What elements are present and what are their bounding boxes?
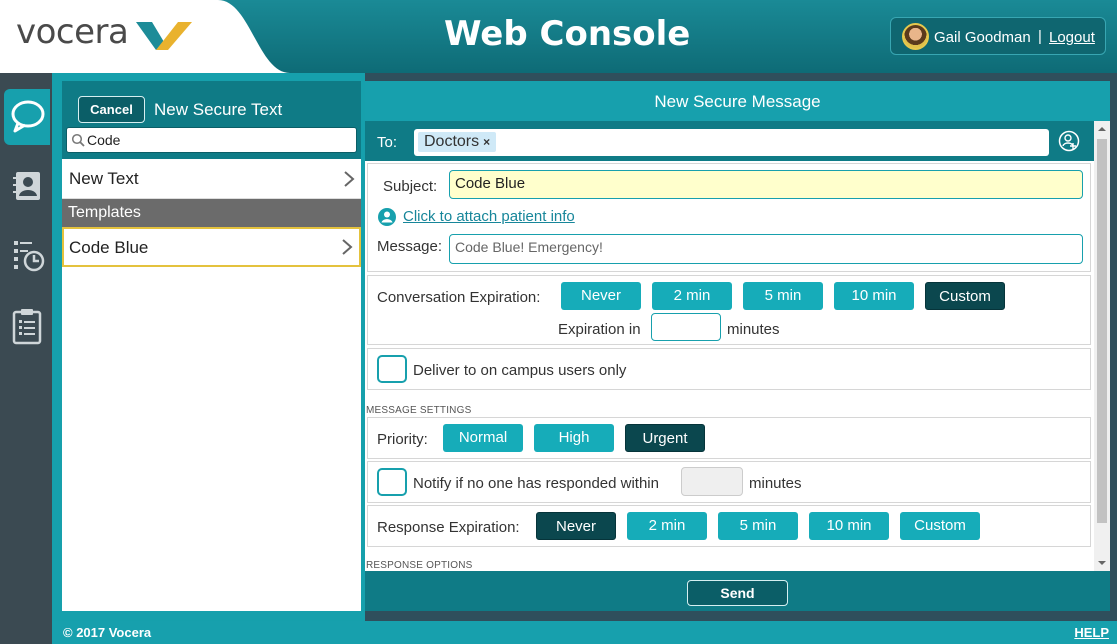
templates-header-label: Templates [68,204,141,221]
rail-item-tasks[interactable] [4,299,50,355]
vocera-logo-text: vocera [16,12,129,52]
subject-label: Subject: [383,178,438,195]
message-label: Message: [377,238,443,255]
app-header: vocera Web Console Gail Goodman | Logout [0,0,1117,73]
expiration-minutes-label: minutes [727,321,780,338]
clipboard-list-icon [12,309,42,345]
notify-minutes-label: minutes [749,475,802,492]
notify-minutes-input[interactable] [681,467,743,496]
logo-area: vocera [0,0,300,73]
recipients-field[interactable]: Doctors × [414,129,1049,156]
priority-section: Priority: Normal High Urgent [367,417,1091,459]
priority-label: Priority: [377,431,428,448]
chevron-right-icon [342,239,353,255]
template-list: New Text Templates Code Blue [62,159,361,611]
scrollbar-thumb[interactable] [1097,139,1107,523]
search-icon [71,133,85,147]
user-separator: | [1038,28,1042,45]
contacts-icon [13,172,40,200]
priority-normal-button[interactable]: Normal [443,424,523,452]
history-clock-icon [14,241,45,272]
templates-header: Templates [62,199,361,227]
recipient-chip[interactable]: Doctors × [418,132,497,152]
search-input[interactable]: Code [66,127,357,153]
vocera-logo-mark [136,22,192,50]
notify-label: Notify if no one has responded within [413,475,659,492]
expiration-in-label: Expiration in [558,321,641,338]
send-button[interactable]: Send [687,580,788,606]
chevron-right-icon [344,171,355,187]
chat-bubble-icon [11,100,45,133]
icon-rail [0,73,52,644]
patient-icon [378,208,396,226]
scrollbar[interactable] [1094,121,1110,571]
close-icon[interactable]: × [483,135,490,149]
help-link[interactable]: HELP [1074,625,1109,640]
template-panel: Cancel New Secure Text Code New Text Tem… [52,73,365,621]
recipient-chip-label: Doctors [424,133,480,150]
template-item-label: Code Blue [69,238,149,257]
to-label: To: [377,134,398,151]
message-panel: New Secure Message To: Doctors × Subject:… [365,81,1110,611]
campus-only-label: Deliver to on campus users only [413,362,627,379]
cancel-button[interactable]: Cancel [78,96,145,123]
conversation-expiration-section: Conversation Expiration: Never 2 min 5 m… [367,275,1091,345]
to-bar: To: Doctors × [365,121,1094,161]
resp-expiration-custom-button[interactable]: Custom [900,512,980,540]
rail-item-contacts[interactable] [4,159,50,215]
notify-checkbox[interactable] [377,468,407,496]
resp-expiration-2min-button[interactable]: 2 min [627,512,707,540]
new-text-label: New Text [69,169,139,188]
rail-item-history[interactable] [4,229,50,285]
message-panel-title: New Secure Message [654,92,821,111]
panel-title: New Secure Text [154,100,283,119]
avatar [902,23,929,50]
conv-expiration-custom-button[interactable]: Custom [925,282,1005,310]
copyright: © 2017 Vocera [63,625,152,640]
send-bar: Send [365,571,1110,611]
app-footer: © 2017 Vocera HELP [52,621,1117,644]
user-box: Gail Goodman | Logout [890,17,1106,55]
conversation-expiration-label: Conversation Expiration: [377,289,541,306]
notify-section: Notify if no one has responded within mi… [367,461,1091,503]
resp-expiration-5min-button[interactable]: 5 min [718,512,798,540]
rail-item-messages[interactable] [4,89,50,145]
subject-field[interactable]: Code Blue [449,170,1083,199]
page-title: Web Console [444,14,691,54]
scroll-up-arrow-icon[interactable] [1094,121,1110,137]
campus-only-section: Deliver to on campus users only [367,348,1091,390]
priority-urgent-button[interactable]: Urgent [625,424,705,452]
response-options-caption: RESPONSE OPTIONS [366,560,473,571]
search-value: Code [87,132,121,148]
logout-link[interactable]: Logout [1049,29,1095,46]
resp-expiration-10min-button[interactable]: 10 min [809,512,889,540]
scroll-down-arrow-icon[interactable] [1094,555,1110,571]
compose-section: Subject: Code Blue Click to attach patie… [367,163,1091,272]
add-recipient-icon[interactable] [1058,130,1080,152]
expiration-minutes-input[interactable] [651,313,721,341]
resp-expiration-never-button[interactable]: Never [536,512,616,540]
conv-expiration-2min-button[interactable]: 2 min [652,282,732,310]
response-expiration-section: Response Expiration: Never 2 min 5 min 1… [367,505,1091,547]
conv-expiration-10min-button[interactable]: 10 min [834,282,914,310]
campus-only-checkbox[interactable] [377,355,407,383]
response-expiration-label: Response Expiration: [377,519,520,536]
user-name: Gail Goodman [934,29,1031,46]
template-item-code-blue[interactable]: Code Blue [62,227,361,267]
new-text-item[interactable]: New Text [62,159,361,199]
message-field[interactable]: Code Blue! Emergency! [449,234,1083,264]
conv-expiration-5min-button[interactable]: 5 min [743,282,823,310]
conv-expiration-never-button[interactable]: Never [561,282,641,310]
message-panel-header: New Secure Message [365,81,1110,121]
message-settings-caption: MESSAGE SETTINGS [366,405,472,416]
priority-high-button[interactable]: High [534,424,614,452]
attach-patient-link[interactable]: Click to attach patient info [403,208,575,225]
